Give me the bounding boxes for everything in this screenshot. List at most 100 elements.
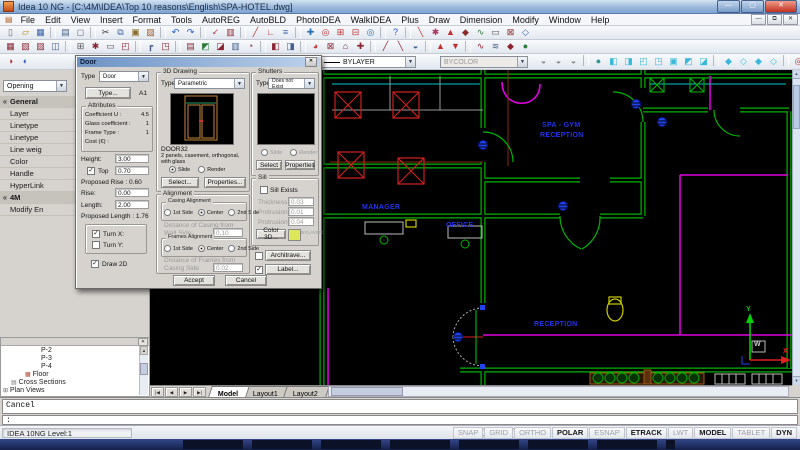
mdi-close-button[interactable]: ✕ <box>783 14 798 25</box>
mdi-minimize-button[interactable]: — <box>751 14 766 25</box>
shutters-type-combo[interactable]: Does not Exist ▼ <box>268 78 315 89</box>
color-swatch[interactable] <box>288 229 301 241</box>
toolbar-icon[interactable]: ▤ <box>58 26 73 39</box>
toolbar-icon[interactable]: ▭ <box>103 40 118 53</box>
toolbar-icon[interactable]: ⊟ <box>348 26 363 39</box>
toolbar-icon[interactable]: ◨ <box>283 40 298 53</box>
toolbar-icon[interactable]: ⧉ <box>113 26 128 39</box>
status-toggle[interactable]: MODEL <box>694 427 731 439</box>
scroll-up-icon[interactable]: ▲ <box>140 346 148 355</box>
frames-center-radio[interactable] <box>198 245 205 252</box>
toolbar-icon[interactable]: ▦ <box>3 40 18 53</box>
toolbar-icon[interactable]: ▨ <box>33 40 48 53</box>
toolbar-icon[interactable]: ▭ <box>488 26 503 39</box>
toolbar-icon[interactable]: ╱ <box>248 26 263 39</box>
casing-2nd-side-radio[interactable] <box>228 209 235 216</box>
status-toggle[interactable]: ESNAP <box>589 427 624 439</box>
toolbar-icon[interactable]: ▣ <box>666 55 681 68</box>
turn-y-checkbox[interactable] <box>92 241 100 249</box>
tab-nav-button[interactable]: ▶| <box>193 387 206 397</box>
toolbar-icon[interactable]: ◆ <box>751 55 766 68</box>
shutters-render-radio[interactable] <box>290 149 297 156</box>
thickness-field[interactable]: 0.03 <box>288 197 314 206</box>
chevron-down-icon[interactable]: ▼ <box>517 57 527 67</box>
toolbar-icon[interactable]: ✱ <box>88 40 103 53</box>
toolbar-icon[interactable]: ◇ <box>766 55 781 68</box>
menu-item[interactable]: AutoREG <box>197 15 245 25</box>
toolbar-icon[interactable]: ╲ <box>393 40 408 53</box>
toolbar-icon[interactable]: ⌂ <box>338 40 353 53</box>
status-toggle[interactable]: GRID <box>484 427 513 439</box>
toolbar-icon[interactable]: ◇ <box>518 26 533 39</box>
toolbar-icon[interactable]: ● <box>591 55 606 68</box>
toolbar-icon[interactable]: ◧ <box>606 55 621 68</box>
toolbar-icon[interactable]: ┏ <box>143 40 158 53</box>
properties-button[interactable]: Properties... <box>204 177 246 188</box>
drawing-3d-type-combo[interactable]: Parametric ▼ <box>174 78 245 89</box>
bylayer-combo[interactable]: BYLAYER ▼ <box>320 56 416 68</box>
toolbar-icon[interactable] <box>135 41 141 52</box>
toolbar-icon[interactable]: ◒ <box>566 55 581 68</box>
toolbar-icon[interactable]: ▱ <box>18 26 33 39</box>
toolbar-icon[interactable]: ◧ <box>268 40 283 53</box>
toolbar-icon[interactable]: ◪ <box>213 40 228 53</box>
toolbar-icon[interactable] <box>295 27 301 38</box>
cancel-button[interactable]: Cancel <box>225 275 267 286</box>
toolbar-icon[interactable]: ▥ <box>228 40 243 53</box>
toolbar-icon[interactable]: ↶ <box>168 26 183 39</box>
status-toggle[interactable]: TABLET <box>732 427 770 439</box>
toolbar-icon[interactable] <box>380 27 386 38</box>
toolbar-icon[interactable]: ? <box>388 26 403 39</box>
toolbar-icon[interactable]: ✓ <box>208 26 223 39</box>
length-field[interactable]: 2.00 <box>115 200 149 209</box>
tree-item[interactable]: P-2 <box>1 346 149 354</box>
chevron-down-icon[interactable]: ▼ <box>138 72 148 81</box>
frames-1st-side-radio[interactable] <box>164 245 171 252</box>
toolbar-icon[interactable]: ◰ <box>118 40 133 53</box>
toolbar-icon[interactable]: ≋ <box>488 40 503 53</box>
status-toggle[interactable]: ETRACK <box>626 427 667 439</box>
protrusion1-field[interactable]: 0.01 <box>288 207 314 216</box>
maximize-button[interactable]: ▢ <box>741 0 764 13</box>
toolbar-icon[interactable]: ◆ <box>721 55 736 68</box>
shutters-slide-radio[interactable] <box>261 149 268 156</box>
chevron-down-icon[interactable]: ▼ <box>405 57 415 67</box>
tab-nav-button[interactable]: ▶ <box>179 387 192 397</box>
architrave-button[interactable]: Architrave... <box>265 250 311 261</box>
toolbar-icon[interactable]: ⊠ <box>503 26 518 39</box>
toolbar-icon[interactable]: ⊠ <box>323 40 338 53</box>
height-field[interactable]: 3.00 <box>115 154 149 163</box>
toolbar-icon[interactable]: ◩ <box>198 40 213 53</box>
toolbar-icon[interactable] <box>175 41 181 52</box>
bycolor-combo[interactable]: BYCOLOR ▼ <box>440 56 528 68</box>
toolbar-icon[interactable] <box>405 27 411 38</box>
toolbar-icon[interactable]: ◻ <box>73 26 88 39</box>
toolbar-icon[interactable]: ◒ <box>551 55 566 68</box>
tab-nav-button[interactable]: ◀ <box>165 387 178 397</box>
status-toggle[interactable]: POLAR <box>552 427 588 439</box>
dialog-title-bar[interactable]: Door ✕ <box>77 57 320 67</box>
tree-item[interactable]: P-3 <box>1 354 149 362</box>
protrusion2-field[interactable]: 0.04 <box>288 217 314 226</box>
close-button[interactable]: ✕ <box>765 0 797 13</box>
toolbar-icon[interactable]: ◨ <box>621 55 636 68</box>
minimize-button[interactable]: — <box>717 0 740 13</box>
toolbar-icon[interactable]: ◒ <box>536 55 551 68</box>
toolbar-icon[interactable]: ▥ <box>223 26 238 39</box>
toolbar-icon[interactable] <box>300 41 306 52</box>
toolbar-icon[interactable] <box>50 27 56 38</box>
toolbar-icon[interactable]: ◆ <box>503 40 518 53</box>
toolbar-icon[interactable]: ▲ <box>433 40 448 53</box>
toolbar-icon[interactable] <box>240 27 246 38</box>
wall-side-field[interactable]: 0.10 <box>213 228 243 237</box>
toolbar-icon[interactable]: ▧ <box>18 40 33 53</box>
render-radio[interactable] <box>198 166 205 173</box>
casing-center-radio[interactable] <box>198 209 205 216</box>
toolbar-icon[interactable]: ▲ <box>443 26 458 39</box>
tree-panel-header[interactable]: ✕ <box>1 338 149 346</box>
toolbar-icon[interactable]: ▼ <box>448 40 463 53</box>
toolbar-icon[interactable]: ◕ <box>308 40 323 53</box>
toolbar-icon[interactable]: ◎ <box>318 26 333 39</box>
toolbar-icon[interactable]: ● <box>518 40 533 53</box>
toolbar-icon[interactable]: ▣ <box>128 26 143 39</box>
